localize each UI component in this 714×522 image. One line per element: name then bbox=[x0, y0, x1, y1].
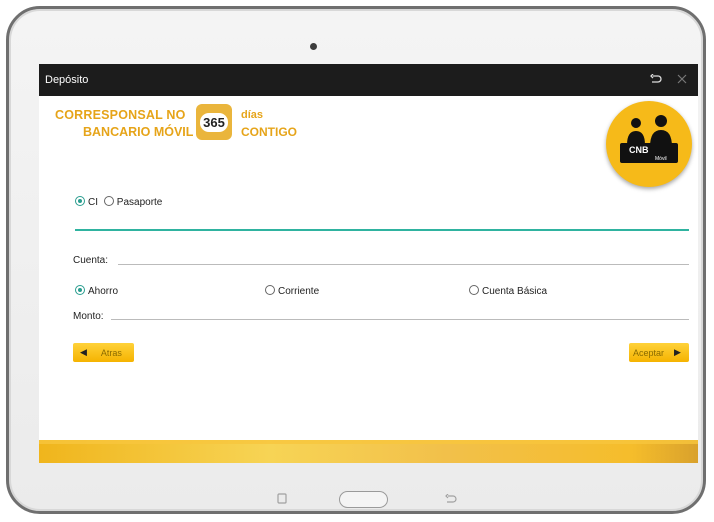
back-button-label: Atras bbox=[100, 347, 122, 358]
cnb-logo: CNB Móvil bbox=[606, 101, 692, 187]
logo-text: CNB bbox=[629, 145, 649, 155]
document-number-input[interactable] bbox=[75, 229, 689, 231]
back-nav-icon[interactable] bbox=[445, 493, 457, 507]
accept-button[interactable]: Aceptar ▶ bbox=[629, 343, 689, 362]
radio-pasaporte-label: Pasaporte bbox=[116, 197, 163, 208]
logo-subtext: Móvil bbox=[655, 156, 667, 162]
brand-days: días bbox=[241, 109, 264, 121]
brand-365-badge: 365 bbox=[196, 104, 232, 140]
radio-cuenta-basica[interactable]: Cuenta Básica bbox=[469, 285, 547, 297]
radio-corriente[interactable]: Corriente bbox=[265, 285, 319, 297]
brand-line-2: BANCARIO MÓVIL bbox=[83, 125, 194, 139]
radio-ci[interactable]: CI bbox=[75, 196, 101, 208]
radio-pasaporte-indicator bbox=[103, 196, 114, 206]
radio-cuenta-basica-indicator bbox=[469, 285, 479, 295]
account-label: Cuenta: bbox=[73, 255, 109, 266]
close-icon[interactable] bbox=[674, 70, 690, 88]
amount-label: Monto: bbox=[73, 311, 104, 322]
brand-number: 365 bbox=[200, 112, 228, 132]
app-screen: Depósito CORRESPONSAL NO BANCARIO MÓVIL … bbox=[39, 64, 698, 463]
title-bar: Depósito bbox=[39, 64, 698, 96]
back-button[interactable]: ◀ Atras bbox=[73, 343, 134, 362]
radio-cuenta-basica-label: Cuenta Básica bbox=[482, 286, 548, 297]
radio-corriente-indicator bbox=[265, 285, 275, 295]
back-arrow-icon[interactable] bbox=[648, 70, 664, 88]
brand-header: CORRESPONSAL NO BANCARIO MÓVIL 365 días … bbox=[39, 96, 698, 196]
radio-ci-label: CI bbox=[88, 197, 98, 208]
radio-ci-indicator bbox=[75, 196, 85, 206]
camera-icon bbox=[310, 43, 317, 50]
amount-input[interactable] bbox=[111, 319, 689, 320]
home-button[interactable] bbox=[339, 491, 388, 508]
radio-pasaporte[interactable]: Pasaporte bbox=[103, 196, 163, 208]
document-type-group: CI Pasaporte bbox=[75, 196, 162, 208]
chevron-right-icon: ▶ bbox=[674, 347, 681, 357]
recent-apps-icon[interactable] bbox=[276, 493, 288, 507]
radio-ahorro-label: Ahorro bbox=[88, 286, 119, 297]
people-icon bbox=[620, 115, 678, 163]
brand-with-you: CONTIGO bbox=[241, 125, 297, 139]
radio-corriente-label: Corriente bbox=[278, 286, 320, 297]
chevron-left-icon: ◀ bbox=[80, 347, 87, 357]
window-title: Depósito bbox=[45, 74, 89, 86]
accept-button-label: Aceptar bbox=[633, 347, 665, 358]
radio-ahorro-indicator bbox=[75, 285, 85, 295]
footer-stripe-top bbox=[39, 440, 698, 444]
brand-line-1: CORRESPONSAL NO bbox=[55, 108, 186, 122]
radio-ahorro[interactable]: Ahorro bbox=[75, 285, 118, 297]
account-input[interactable] bbox=[118, 264, 689, 265]
